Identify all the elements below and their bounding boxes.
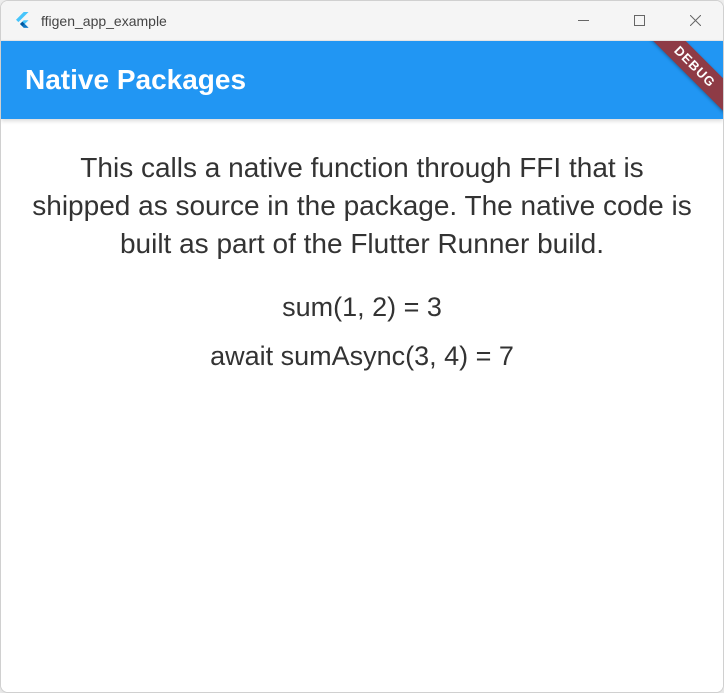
sum-result-text: sum(1, 2) = 3 xyxy=(29,292,695,323)
window-titlebar: ffigen_app_example xyxy=(1,1,723,41)
window-title: ffigen_app_example xyxy=(41,13,555,29)
debug-banner: DEBUG xyxy=(640,41,723,119)
description-text: This calls a native function through FFI… xyxy=(29,149,695,262)
maximize-button[interactable] xyxy=(611,1,667,40)
app-bar-title: Native Packages xyxy=(25,64,246,96)
app-bar: Native Packages DEBUG xyxy=(1,41,723,119)
flutter-icon xyxy=(13,12,31,30)
app-window: ffigen_app_example Native Packages DEBUG… xyxy=(0,0,724,693)
app-content: This calls a native function through FFI… xyxy=(1,119,723,692)
window-controls xyxy=(555,1,723,40)
minimize-button[interactable] xyxy=(555,1,611,40)
close-button[interactable] xyxy=(667,1,723,40)
sum-async-result-text: await sumAsync(3, 4) = 7 xyxy=(29,341,695,372)
